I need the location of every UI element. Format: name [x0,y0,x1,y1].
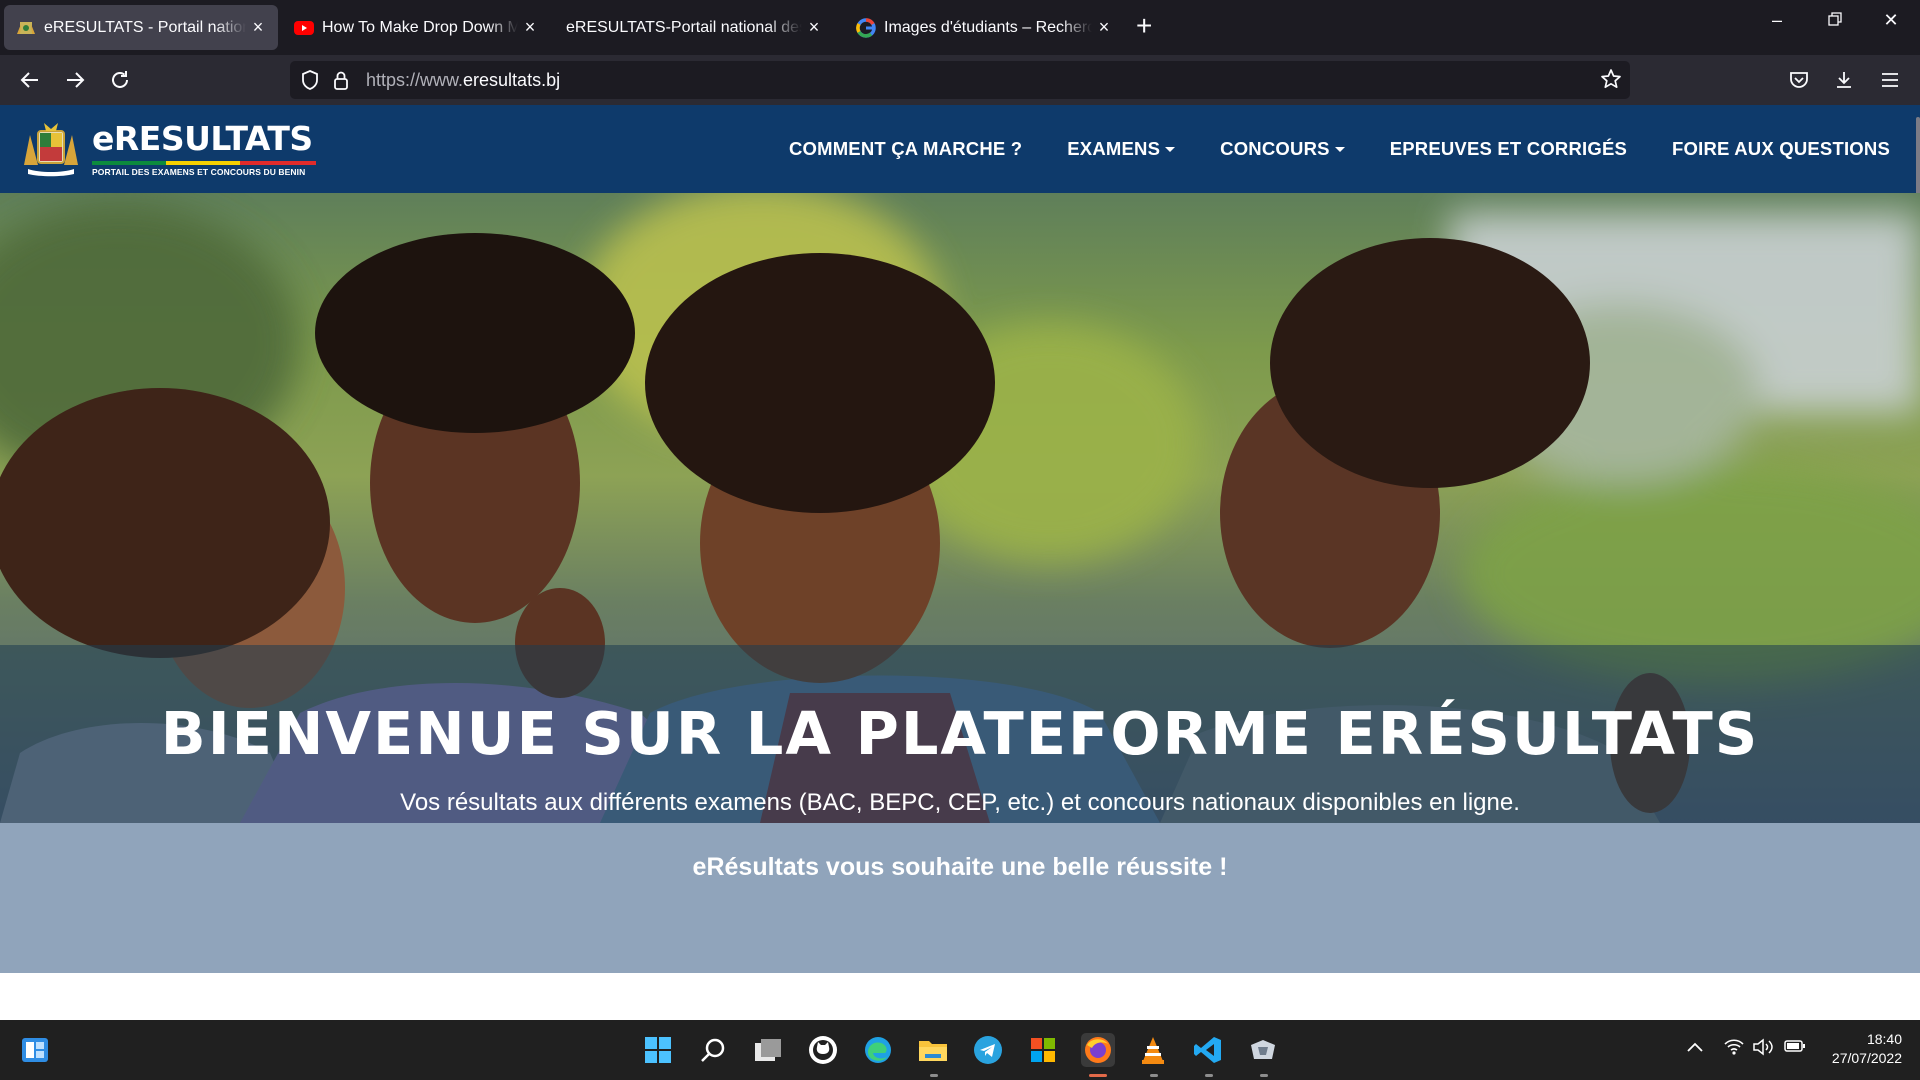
nav-comment-ca-marche[interactable]: COMMENT ÇA MARCHE ? [789,138,1022,160]
close-tab-icon[interactable]: × [250,17,266,38]
new-tab-plus-icon[interactable]: + [1136,12,1152,40]
volume-icon[interactable] [1752,1038,1774,1061]
bookmark-star-icon[interactable] [1600,68,1622,95]
active-indicator [1089,1074,1107,1077]
tab-eresultats-active[interactable]: eRESULTATS - Portail national des examen… [4,5,278,50]
running-indicator [1205,1074,1213,1077]
tab-title: eRESULTATS - Portail national des examen… [44,18,246,36]
system-clock[interactable]: 18:40 27/07/2022 [1832,1030,1902,1068]
flag-stripe [92,161,316,165]
tab-title: Images d'étudiants – Recherche Google [884,18,1092,36]
nav-epreuves-et-corriges[interactable]: EPREUVES ET CORRIGÉS [1390,138,1627,160]
vlc-icon[interactable] [1136,1033,1170,1067]
tab-youtube[interactable]: How To Make Drop Down Menu × [282,5,550,50]
windows-start-icon[interactable] [641,1033,675,1067]
lock-icon[interactable] [332,69,350,96]
minimize-icon[interactable]: – [1762,10,1792,31]
chevron-up-icon[interactable] [1686,1038,1704,1059]
close-window-icon[interactable]: ✕ [1876,10,1906,31]
firefox-icon[interactable] [1081,1033,1115,1067]
tab-eresultats[interactable]: eRESULTATS-Portail national des examens … [554,5,834,50]
file-explorer-icon[interactable] [916,1033,950,1067]
windows-taskbar: 18:40 27/07/2022 [0,1020,1920,1080]
vscode-icon[interactable] [1191,1033,1225,1067]
url-text[interactable]: https://www.eresultats.bj [366,70,560,91]
address-bar[interactable]: https://www.eresultats.bj [290,61,1630,99]
caret-down-icon [1165,146,1176,152]
youtube-icon [294,18,314,38]
wifi-icon[interactable] [1723,1038,1745,1061]
widgets-icon[interactable] [18,1033,52,1067]
wish-text: eRésultats vous souhaite une belle réuss… [692,853,1228,881]
running-indicator [930,1074,938,1077]
logo-subtitle: PORTAIL DES EXAMENS ET CONCOURS DU BENIN [92,167,306,177]
site-header: eRESULTATS PORTAIL DES EXAMENS ET CONCOU… [0,105,1920,357]
pocket-icon[interactable] [1785,66,1813,94]
battery-icon[interactable] [1784,1038,1806,1059]
hero-title: BIENVENUE SUR LA PLATEFORME ERÉSULTATS [160,699,1760,768]
nav-examens[interactable]: EXAMENS [1067,138,1176,160]
tab-title: eRESULTATS-Portail national des examens [566,18,802,36]
benin-coat-of-arms-icon [16,18,36,38]
downloads-icon[interactable] [1830,66,1858,94]
close-tab-icon[interactable]: × [522,17,538,38]
search-icon[interactable] [696,1033,730,1067]
reload-icon[interactable] [106,66,134,94]
clock-date: 27/07/2022 [1831,1050,1902,1066]
nav-faq[interactable]: FOIRE AUX QUESTIONS [1672,138,1890,160]
wish-section: eRésultats vous souhaite une belle réuss… [0,823,1920,973]
close-tab-icon[interactable]: × [806,17,822,38]
running-indicator [1150,1074,1158,1077]
tracking-protection-shield-icon[interactable] [300,69,320,96]
back-icon[interactable] [16,66,44,94]
restore-icon[interactable] [1820,10,1850,31]
task-view-icon[interactable] [751,1033,785,1067]
clock-time: 18:40 [1866,1031,1902,1047]
web-page: eRESULTATS PORTAIL DES EXAMENS ET CONCOU… [0,105,1920,1020]
browser-toolbar: https://www.eresultats.bj [0,55,1920,105]
microsoft-store-icon[interactable] [1026,1033,1060,1067]
tab-title: How To Make Drop Down Menu [322,18,518,36]
running-indicator [1260,1074,1268,1077]
hamburger-menu-icon[interactable] [1876,66,1904,94]
nav-concours[interactable]: CONCOURS [1220,138,1345,160]
tab-google-images[interactable]: Images d'étudiants – Recherche Google × [844,5,1124,50]
github-icon[interactable] [806,1033,840,1067]
benin-coat-of-arms-logo[interactable] [20,121,82,177]
hero-subtitle: Vos résultats aux différents examens (BA… [400,789,1520,816]
forward-icon[interactable] [61,66,89,94]
edge-icon[interactable] [861,1033,895,1067]
other-app-icon[interactable] [1246,1033,1280,1067]
google-icon [856,17,876,38]
telegram-icon[interactable] [971,1033,1005,1067]
hero-banner: BIENVENUE SUR LA PLATEFORME ERÉSULTATS V… [0,193,1920,823]
logo-wordmark[interactable]: eRESULTATS [92,119,313,158]
close-tab-icon[interactable]: × [1096,17,1112,38]
caret-down-icon [1334,146,1345,152]
browser-tab-strip: eRESULTATS - Portail national des examen… [0,0,1920,55]
main-navigation: COMMENT ÇA MARCHE ? EXAMENS CONCOURS EPR… [744,105,1890,193]
